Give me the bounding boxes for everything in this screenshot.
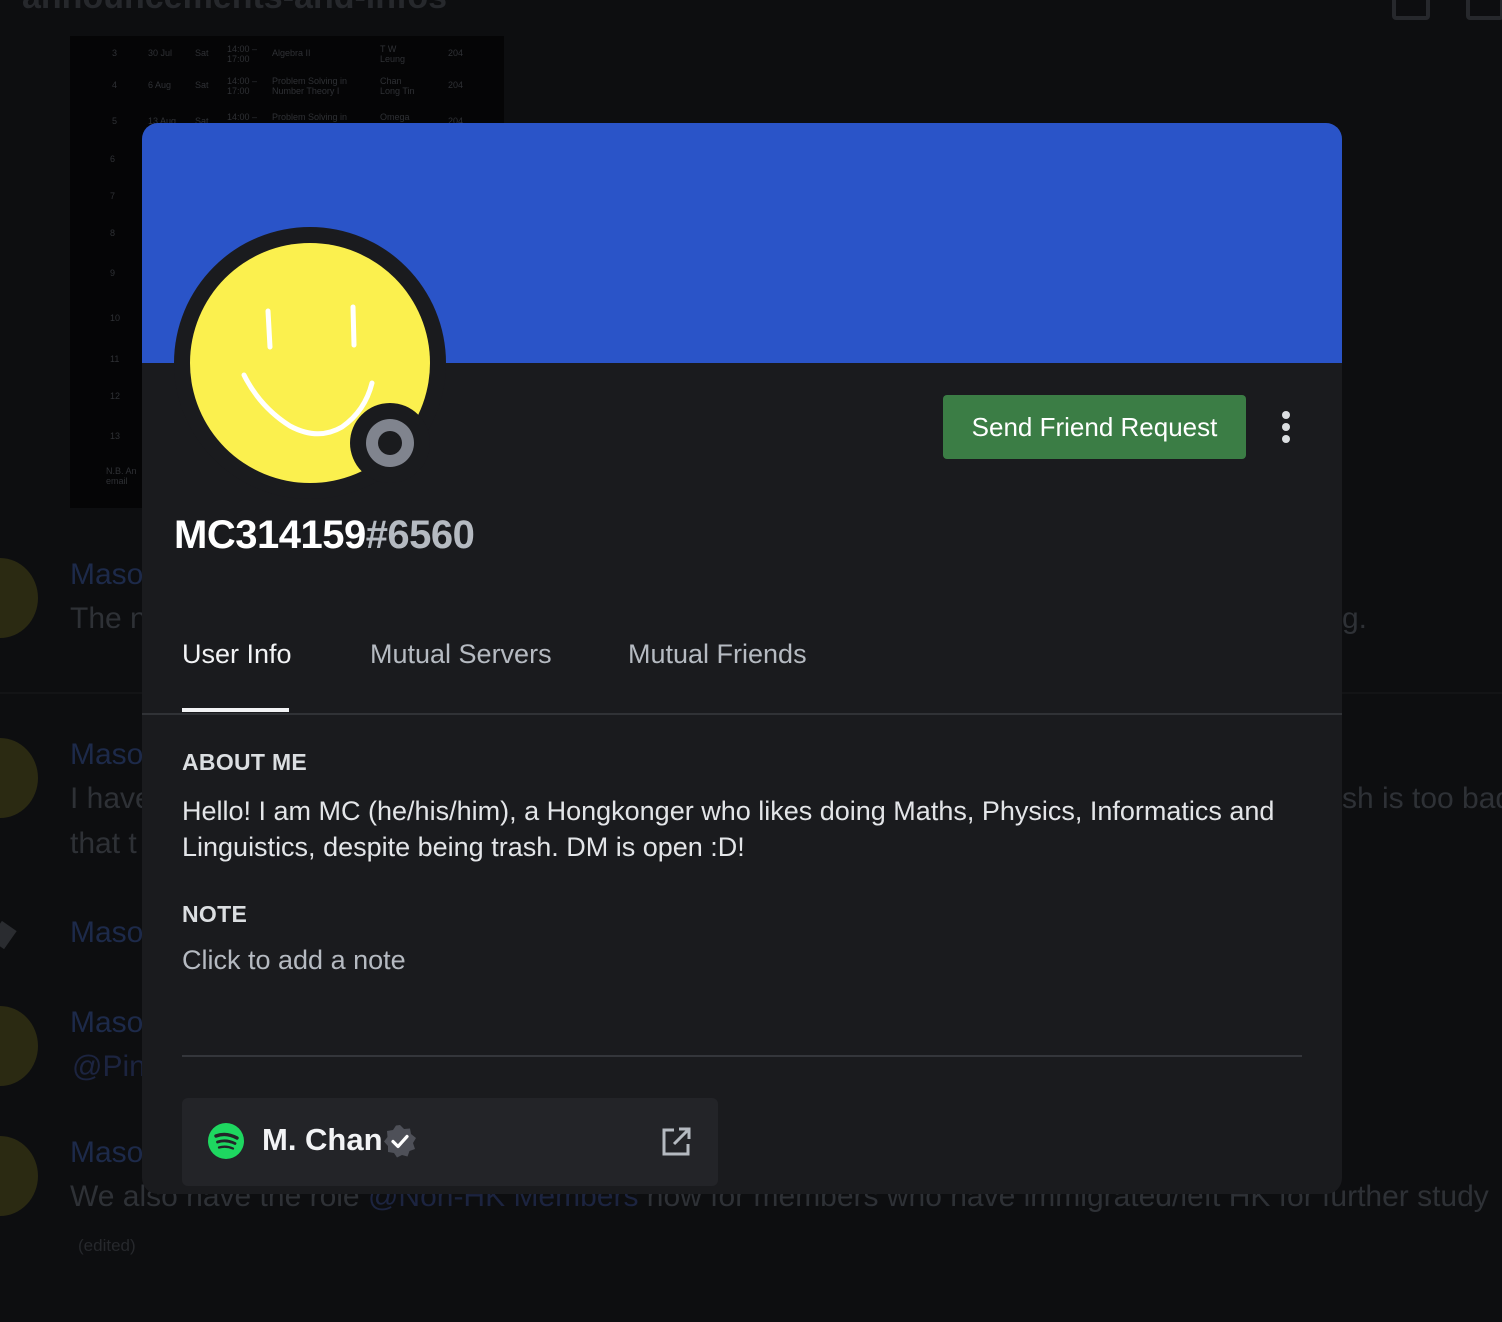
schedule-row-number: 8 <box>110 228 116 238</box>
content-divider <box>182 1055 1302 1057</box>
channel-title: announcements-and-infos <box>22 0 447 17</box>
send-friend-request-button[interactable]: Send Friend Request <box>943 395 1246 459</box>
verified-icon <box>384 1125 416 1158</box>
status-indicator <box>350 403 430 483</box>
message-author[interactable]: Maso <box>70 558 143 592</box>
message-text: I have <box>70 782 152 815</box>
spotify-icon <box>208 1123 244 1159</box>
connection-name: M. Chan <box>262 1122 383 1157</box>
active-tab-indicator <box>182 708 289 712</box>
schedule-row-number: 13 <box>110 431 121 441</box>
schedule-row-number: 10 <box>110 313 121 323</box>
profile-tabs: User Info Mutual Servers Mutual Friends <box>182 639 1302 714</box>
message-author[interactable]: Maso <box>70 1136 143 1170</box>
message-avatar[interactable] <box>0 738 38 818</box>
offline-status-icon <box>366 419 414 467</box>
note-input[interactable]: Click to add a note <box>182 945 782 976</box>
message-avatar[interactable] <box>0 558 38 638</box>
about-me-heading: ABOUT ME <box>182 749 308 775</box>
tab-mutual-friends[interactable]: Mutual Friends <box>628 639 807 670</box>
schedule-note: N.B. An email <box>106 466 137 486</box>
schedule-row-number: 9 <box>110 268 116 278</box>
message-text: The n <box>70 602 147 635</box>
message-author[interactable]: Maso <box>70 738 143 772</box>
message-text: that t <box>70 827 137 860</box>
note-heading: NOTE <box>182 901 248 927</box>
tab-mutual-servers[interactable]: Mutual Servers <box>370 639 552 670</box>
username-text: MC314159 <box>174 513 366 557</box>
schedule-row-number: 11 <box>110 354 120 364</box>
schedule-row-number: 6 <box>110 154 116 164</box>
tabs-divider <box>142 713 1342 715</box>
external-link-icon[interactable] <box>660 1126 692 1158</box>
message-mention[interactable]: @Pin <box>72 1050 146 1084</box>
about-me-text: Hello! I am MC (he/his/him), a Hongkonge… <box>182 796 1275 862</box>
message-avatar[interactable] <box>0 1006 38 1086</box>
username-discriminator: #6560 <box>365 513 475 557</box>
more-options-button[interactable] <box>1270 403 1302 451</box>
pin-icon <box>0 920 17 950</box>
message-avatar[interactable] <box>0 1136 38 1216</box>
edited-label: (edited) <box>78 1236 136 1255</box>
profile-username: MC314159#6560 <box>174 513 475 558</box>
spotify-connection: M. Chan <box>182 1098 718 1186</box>
message-author[interactable]: Maso <box>70 916 143 950</box>
schedule-row-number: 12 <box>110 391 121 401</box>
threads-icon[interactable] <box>1392 0 1430 20</box>
message-author[interactable]: Maso <box>70 1006 143 1040</box>
message-text: g. <box>1342 602 1368 635</box>
schedule-row-number: 7 <box>110 191 116 201</box>
user-profile-modal: Send Friend Request MC314159#6560 User I… <box>142 123 1342 1194</box>
notification-icon[interactable] <box>1466 0 1502 20</box>
tab-user-info[interactable]: User Info <box>182 639 292 670</box>
message-text: sh is too bad <box>1342 782 1502 815</box>
